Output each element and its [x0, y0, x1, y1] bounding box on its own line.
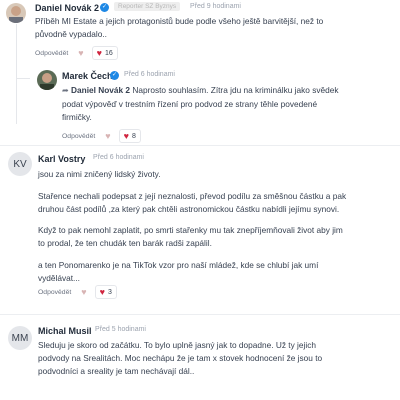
comment-line: Příběh MI Estate a jejich protagonistů b…	[35, 16, 324, 26]
mention-link[interactable]: Daniel Novák 2	[71, 85, 130, 95]
comment-line: Když to pak nemohl zaplatit, po smrti st…	[38, 225, 343, 236]
heart-outline-icon[interactable]: ♥	[105, 131, 110, 141]
like-count: 3	[107, 288, 112, 296]
reporter-badge: Reporter SZ Byznys	[114, 2, 181, 11]
heart-icon: ♥	[96, 47, 102, 58]
comment-body: jsou za nimi zničený lidský životy. Stař…	[38, 168, 396, 285]
timestamp: Před 6 hodinami	[124, 71, 175, 78]
comment-separator	[0, 314, 400, 315]
author-name[interactable]: Michal Musil	[38, 326, 92, 336]
comment-line: vydělávat...	[38, 272, 80, 283]
comment-body: ➦ Daniel Novák 2 Naprosto souhlasím. Zít…	[62, 84, 392, 123]
comment-line: firmičky.	[62, 111, 92, 122]
comment-line: to prodal, že ten chudák ten barák radši…	[38, 238, 212, 249]
reply-button[interactable]: Odpovědět	[38, 289, 71, 296]
avatar[interactable]: KV	[8, 152, 32, 176]
like-button[interactable]: ♥ 8	[118, 129, 141, 143]
timestamp: Před 9 hodinami	[190, 3, 241, 10]
comment-line: podat výpověď v trestním řízení pro podv…	[62, 98, 318, 109]
heart-icon: ♥	[99, 286, 105, 297]
like-count: 16	[104, 49, 113, 57]
timestamp: Před 6 hodinami	[93, 154, 144, 161]
comment-separator	[0, 145, 400, 146]
heart-icon: ♥	[123, 130, 129, 141]
verified-icon: ✓	[110, 71, 119, 80]
like-button[interactable]: ♥ 16	[91, 46, 118, 60]
avatar[interactable]	[6, 3, 26, 23]
comment-body: Sleduju je skoro od začátku. To bylo upl…	[38, 339, 396, 377]
avatar[interactable]: MM	[8, 326, 32, 350]
timestamp: Před 5 hodinami	[95, 326, 146, 333]
comment-line: podvody na Srealitách. Moc nechápu že je…	[38, 352, 323, 363]
comment-actions: Odpovědět ♥ ♥ 16	[35, 46, 118, 60]
author-name[interactable]: Daniel Novák 2	[35, 3, 99, 13]
comment-line: Sleduju je skoro od začátku. To bylo upl…	[38, 340, 316, 350]
verified-icon: ✓	[100, 3, 109, 12]
thread-connector	[16, 78, 30, 79]
comment-body: Příběh MI Estate a jejich protagonistů b…	[35, 15, 390, 41]
comment-line: Stařence nechali podepsat z její neznalo…	[38, 190, 347, 201]
reply-arrow-icon: ➦	[62, 86, 69, 95]
comment-line: podvodníci a sreality je tam nechávají d…	[38, 365, 195, 376]
comment-line: původně vypadalo..	[35, 28, 107, 39]
comment-line: a ten Ponomarenko je na TikTok vzor pro …	[38, 259, 319, 270]
reply-button[interactable]: Odpovědět	[35, 50, 68, 57]
comment-actions: Odpovědět ♥ ♥ 8	[62, 129, 141, 143]
author-name[interactable]: Karl Vostry	[38, 154, 85, 164]
comment-line: druhou část podílů ,za který pak chtěli …	[38, 203, 340, 214]
author-name[interactable]: Marek Čech	[62, 71, 113, 81]
like-button[interactable]: ♥ 3	[94, 285, 117, 299]
avatar[interactable]	[37, 70, 57, 90]
comment-text: Naprosto souhlasím. Zítra jdu na kriminá…	[130, 85, 339, 95]
like-count: 8	[131, 132, 136, 140]
heart-outline-icon[interactable]: ♥	[78, 48, 83, 58]
comment-actions: Odpovědět ♥ ♥ 3	[38, 285, 117, 299]
heart-outline-icon[interactable]: ♥	[81, 287, 86, 297]
thread-line	[16, 24, 17, 124]
reply-button[interactable]: Odpovědět	[62, 133, 95, 140]
comment-line: jsou za nimi zničený lidský životy.	[38, 169, 161, 179]
